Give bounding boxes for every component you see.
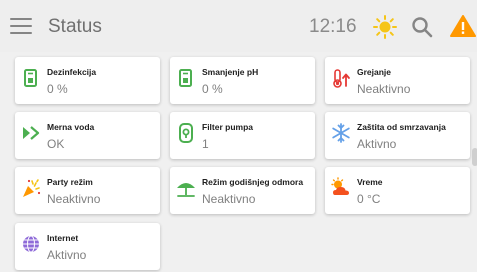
tile-label: Zaštita od smrzavanja xyxy=(357,122,446,132)
tile-value: Neaktivno xyxy=(357,82,411,96)
side-panel-handle[interactable] xyxy=(472,148,477,166)
dosing-pump-icon xyxy=(179,69,192,87)
tile-value: 0 °C xyxy=(357,192,381,206)
tile-label: Smanjenje pH xyxy=(202,67,259,77)
beach-umbrella-icon xyxy=(177,183,195,197)
tile-value: 0 % xyxy=(202,82,223,96)
tile-vreme[interactable]: Vreme 0 °C xyxy=(325,167,470,214)
party-icon xyxy=(23,179,41,197)
tile-label: Filter pumpa xyxy=(202,122,254,132)
weather-sun-cloud-icon xyxy=(331,177,349,195)
tile-label: Merna voda xyxy=(47,122,95,132)
tile-dezinfekcija[interactable]: Dezinfekcija 0 % xyxy=(15,57,160,104)
tile-label: Vreme xyxy=(357,177,383,187)
tile-value: 0 % xyxy=(47,82,68,96)
tile-label: Grejanje xyxy=(357,67,392,77)
tile-zastita-od-smrzavanja[interactable]: Zaštita od smrzavanja Aktivno xyxy=(325,112,470,159)
tile-internet[interactable]: Internet Aktivno xyxy=(15,223,160,270)
tile-value: Aktivno xyxy=(357,137,397,151)
tile-value: 1 xyxy=(202,137,209,151)
tile-smanjenje-ph[interactable]: Smanjenje pH 0 % xyxy=(170,57,315,104)
tile-merna-voda[interactable]: Merna voda OK xyxy=(15,112,160,159)
tile-label: Party režim xyxy=(47,177,93,187)
tile-label: Dezinfekcija xyxy=(47,67,97,77)
tile-value: OK xyxy=(47,137,65,151)
globe-icon xyxy=(23,235,39,253)
top-bar: Status 12:16 xyxy=(0,0,477,52)
tile-value: Aktivno xyxy=(47,248,87,262)
clock: 12:16 xyxy=(309,16,357,37)
hamburger-menu-icon[interactable] xyxy=(10,18,32,34)
dosing-pump-icon xyxy=(24,69,37,87)
heating-thermometer-icon xyxy=(333,69,350,88)
tile-label: Režim godišnjeg odmora xyxy=(202,177,304,187)
flow-arrows-icon xyxy=(23,126,40,140)
tile-value: Neaktivno xyxy=(47,192,101,206)
tile-rezim-godisnjeg-odmora[interactable]: Režim godišnjeg odmora Neaktivno xyxy=(170,167,315,214)
tile-grejanje[interactable]: Grejanje Neaktivno xyxy=(325,57,470,104)
tile-value: Neaktivno xyxy=(202,192,256,206)
snowflake-icon xyxy=(332,123,350,143)
tile-filter-pumpa[interactable]: Filter pumpa 1 xyxy=(170,112,315,159)
tile-label: Internet xyxy=(47,233,79,243)
warning-icon[interactable] xyxy=(450,14,476,38)
sun-icon xyxy=(373,15,397,39)
filter-pump-icon xyxy=(179,123,193,143)
search-icon[interactable] xyxy=(410,15,434,39)
tile-party-rezim[interactable]: Party režim Neaktivno xyxy=(15,167,160,214)
page-title: Status xyxy=(48,16,102,37)
